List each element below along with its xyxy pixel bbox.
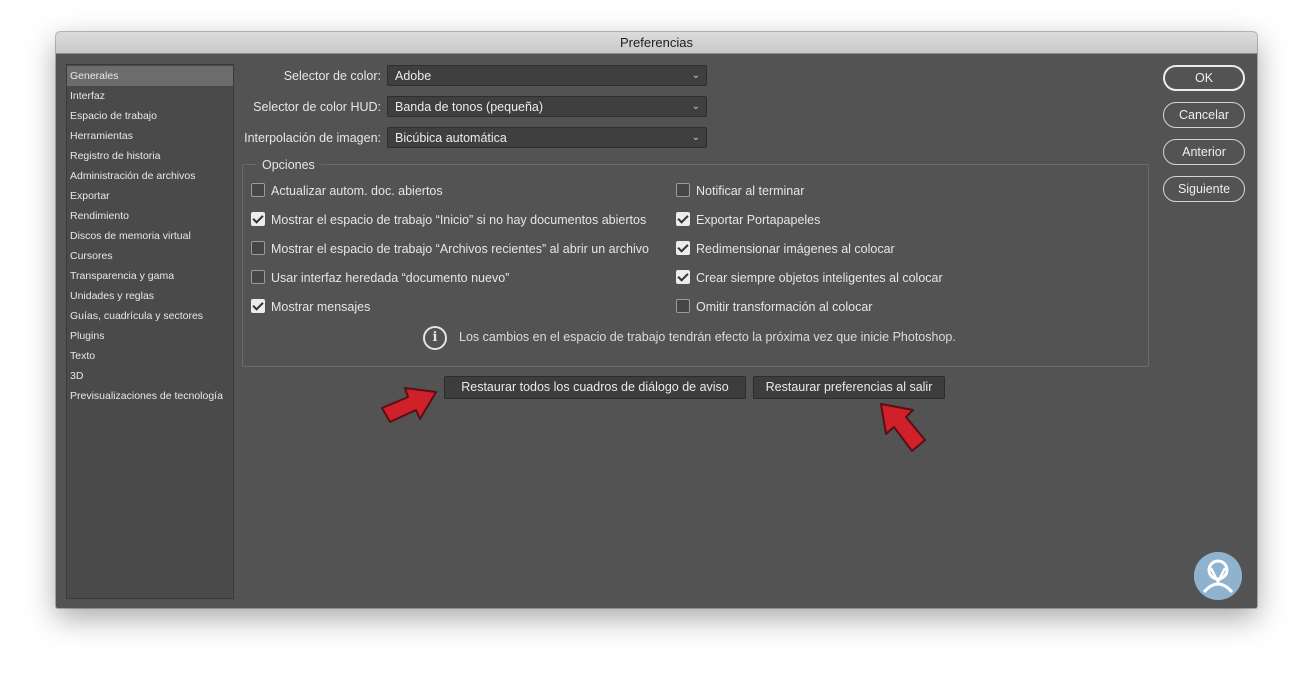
sidebar-item[interactable]: Rendimiento xyxy=(67,206,233,226)
option-checkbox[interactable]: Actualizar autom. doc. abiertos xyxy=(251,182,443,200)
chevron-down-icon: ⌄ xyxy=(691,132,700,143)
image-interpolation-row: Interpolación de imagen: Bicúbica automá… xyxy=(240,127,710,149)
sidebar-item[interactable]: Texto xyxy=(67,346,233,366)
image-interpolation-select[interactable]: Bicúbica automática ⌄ xyxy=(387,127,707,148)
option-checkbox[interactable]: Mostrar mensajes xyxy=(251,298,370,316)
sidebar-list: Generales Interfaz Espacio de trabajo Herra… xyxy=(67,65,233,406)
red-arrow-icon xyxy=(880,403,926,452)
sidebar-item[interactable]: Exportar xyxy=(67,186,233,206)
sidebar-item[interactable]: 3D xyxy=(67,366,233,386)
sidebar-item[interactable]: Administración de archivos xyxy=(67,166,233,186)
options-title: Opciones xyxy=(256,158,321,172)
option-label: Actualizar autom. doc. abiertos xyxy=(271,184,443,198)
image-interpolation-label: Interpolación de imagen: xyxy=(244,131,381,145)
workspace-note-text: Los cambios en el espacio de trabajo ten… xyxy=(459,330,956,344)
option-label: Mostrar el espacio de trabajo “Inicio” s… xyxy=(271,213,647,227)
sidebar-item[interactable]: Previsualizaciones de tecnología xyxy=(67,386,233,406)
option-checkbox[interactable]: Mostrar el espacio de trabajo “Inicio” s… xyxy=(251,211,646,229)
image-interpolation-value: Bicúbica automática xyxy=(395,131,507,145)
sidebar: Generales Interfaz Espacio de trabajo Herra… xyxy=(66,64,234,599)
reset-warning-dialogs-button[interactable]: Restaurar todos los cuadros de diálogo d… xyxy=(444,376,746,399)
sidebar-item[interactable]: Generales xyxy=(67,66,233,86)
reset-preferences-button[interactable]: Restaurar preferencias al salir xyxy=(753,376,945,399)
option-label: Usar interfaz heredada “documento nuevo” xyxy=(271,271,510,285)
sidebar-item[interactable]: Discos de memoria virtual xyxy=(67,226,233,246)
option-checkbox[interactable]: Mostrar el espacio de trabajo “Archivos … xyxy=(251,240,649,258)
option-label: Mostrar mensajes xyxy=(271,300,371,314)
checkbox-checked-icon[interactable] xyxy=(676,212,690,226)
hud-color-picker-label: Selector de color HUD: xyxy=(253,100,381,114)
sidebar-item[interactable]: Unidades y reglas xyxy=(67,286,233,306)
hud-color-picker-row: Selector de color HUD: Banda de tonos (p… xyxy=(240,96,710,118)
checkbox-checked-icon[interactable] xyxy=(676,241,690,255)
color-picker-row: Selector de color: Adobe ⌄ xyxy=(240,65,710,87)
red-arrow-icon xyxy=(381,387,437,423)
option-checkbox[interactable]: Omitir transformación al colocar xyxy=(676,298,872,316)
option-label: Redimensionar imágenes al colocar xyxy=(696,242,895,256)
checkbox-unchecked-icon[interactable] xyxy=(251,183,265,197)
info-icon: i xyxy=(423,325,447,350)
chevron-down-icon: ⌄ xyxy=(691,101,700,112)
option-label: Mostrar el espacio de trabajo “Archivos … xyxy=(271,242,649,256)
checkbox-unchecked-icon[interactable] xyxy=(676,299,690,313)
color-picker-label: Selector de color: xyxy=(283,69,381,83)
sidebar-item[interactable]: Interfaz xyxy=(67,86,233,106)
checkbox-checked-icon[interactable] xyxy=(251,299,265,313)
color-picker-value: Adobe xyxy=(395,69,432,83)
hud-color-picker-select[interactable]: Banda de tonos (pequeña) ⌄ xyxy=(387,96,707,117)
option-checkbox[interactable]: Redimensionar imágenes al colocar xyxy=(676,240,895,258)
option-label: Notificar al terminar xyxy=(696,184,805,198)
watermark-logo xyxy=(1194,552,1242,600)
option-checkbox[interactable]: Exportar Portapapeles xyxy=(676,211,820,229)
sidebar-item[interactable]: Espacio de trabajo xyxy=(67,106,233,126)
sidebar-item[interactable]: Plugins xyxy=(67,326,233,346)
checkbox-checked-icon[interactable] xyxy=(251,212,265,226)
sidebar-item[interactable]: Cursores xyxy=(67,246,233,266)
ok-button[interactable]: OK xyxy=(1163,65,1245,91)
hud-color-picker-value: Banda de tonos (pequeña) xyxy=(395,100,544,114)
option-label: Crear siempre objetos inteligentes al co… xyxy=(696,271,943,285)
checkbox-unchecked-icon[interactable] xyxy=(676,183,690,197)
cancel-button[interactable]: Cancelar xyxy=(1163,102,1245,128)
previous-button[interactable]: Anterior xyxy=(1163,139,1245,165)
sidebar-item[interactable]: Guías, cuadrícula y sectores xyxy=(67,306,233,326)
option-label: Omitir transformación al colocar xyxy=(696,300,873,314)
next-button[interactable]: Siguiente xyxy=(1163,176,1245,202)
sidebar-item[interactable]: Transparencia y gama xyxy=(67,266,233,286)
color-picker-select[interactable]: Adobe ⌄ xyxy=(387,65,707,86)
preferences-window: Preferencias Generales Interfaz Espacio de… xyxy=(56,32,1257,608)
person-logo-icon xyxy=(1194,552,1242,600)
workspace-note: i Los cambios en el espacio de trabajo te… xyxy=(423,325,956,351)
option-checkbox[interactable]: Crear siempre objetos inteligentes al co… xyxy=(676,269,943,287)
window-title: Preferencias xyxy=(56,32,1257,54)
checkbox-unchecked-icon[interactable] xyxy=(251,241,265,255)
option-checkbox[interactable]: Usar interfaz heredada “documento nuevo” xyxy=(251,269,509,287)
option-label: Exportar Portapapeles xyxy=(696,213,821,227)
sidebar-item[interactable]: Registro de historia xyxy=(67,146,233,166)
option-checkbox[interactable]: Notificar al terminar xyxy=(676,182,804,200)
chevron-down-icon: ⌄ xyxy=(691,70,700,81)
checkbox-checked-icon[interactable] xyxy=(676,270,690,284)
checkbox-unchecked-icon[interactable] xyxy=(251,270,265,284)
sidebar-item[interactable]: Herramientas xyxy=(67,126,233,146)
